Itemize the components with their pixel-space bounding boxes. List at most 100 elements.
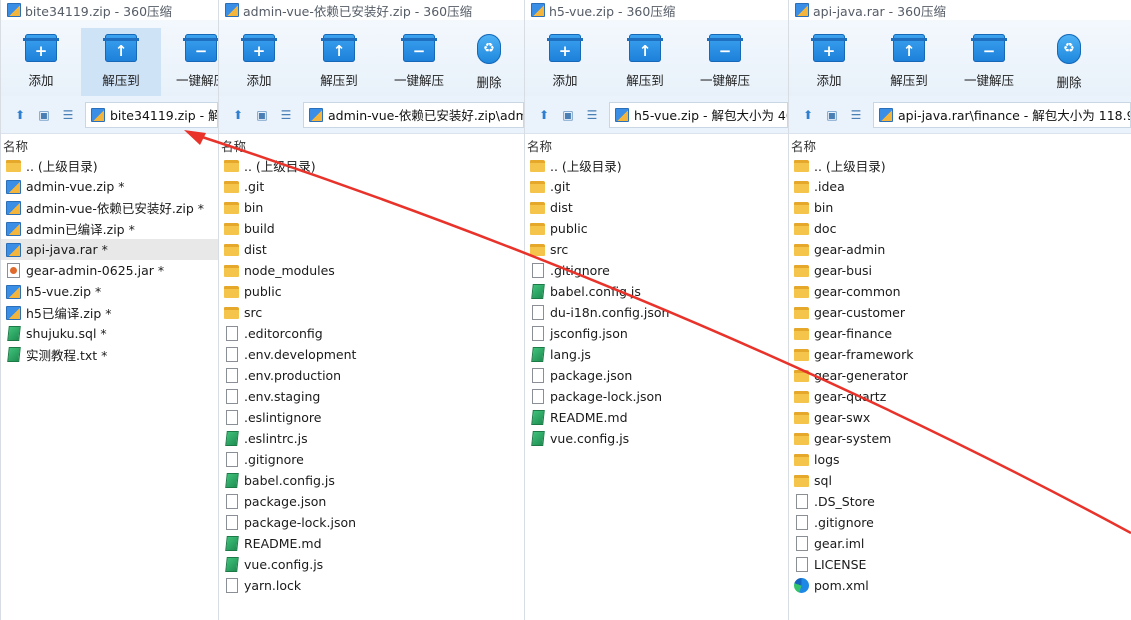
list-item[interactable]: src bbox=[525, 239, 788, 260]
list-item[interactable]: README.md bbox=[219, 533, 524, 554]
view-thumbnail-icon[interactable]: ▣ bbox=[821, 105, 843, 125]
list-item[interactable]: gear-admin bbox=[789, 239, 1131, 260]
add-button[interactable]: + 添加 bbox=[219, 34, 299, 96]
list-item[interactable]: admin-vue-依赖已安装好.zip * bbox=[1, 197, 218, 218]
list-item[interactable]: vue.config.js bbox=[219, 554, 524, 575]
list-item[interactable]: admin-vue.zip * bbox=[1, 176, 218, 197]
up-arrow-icon[interactable]: ⬆ bbox=[797, 105, 819, 125]
list-item[interactable]: du-i18n.config.json bbox=[525, 302, 788, 323]
list-item[interactable]: gear-admin-0625.jar * bbox=[1, 260, 218, 281]
list-item[interactable]: gear-finance bbox=[789, 323, 1131, 344]
list-item[interactable]: .env.development bbox=[219, 344, 524, 365]
list-item[interactable]: admin已编译.zip * bbox=[1, 218, 218, 239]
list-item[interactable]: .eslintignore bbox=[219, 407, 524, 428]
list-item[interactable]: build bbox=[219, 218, 524, 239]
list-item[interactable]: .gitignore bbox=[525, 260, 788, 281]
list-item[interactable]: .. (上级目录) bbox=[789, 155, 1131, 176]
view-thumbnail-icon[interactable]: ▣ bbox=[33, 105, 55, 125]
list-item[interactable]: README.md bbox=[525, 407, 788, 428]
list-item[interactable]: bin bbox=[219, 197, 524, 218]
delete-button[interactable]: ♻ 删除 bbox=[1029, 34, 1109, 96]
list-item[interactable]: h5已编译.zip * bbox=[1, 302, 218, 323]
list-item[interactable]: babel.config.js bbox=[525, 281, 788, 302]
one-click-extract-button[interactable]: − 一键解压 bbox=[379, 34, 459, 96]
list-item[interactable]: gear-generator bbox=[789, 365, 1131, 386]
list-item[interactable]: package-lock.json bbox=[219, 512, 524, 533]
list-item[interactable]: .gitignore bbox=[789, 512, 1131, 533]
up-arrow-icon[interactable]: ⬆ bbox=[9, 105, 31, 125]
list-item[interactable]: gear-busi bbox=[789, 260, 1131, 281]
add-button[interactable]: + 添加 bbox=[525, 34, 605, 96]
column-header-name[interactable]: 名称 bbox=[1, 134, 218, 155]
address-field[interactable]: api-java.rar\finance - 解包大小为 118.9 M bbox=[873, 101, 1131, 128]
one-click-extract-button[interactable]: − 一键解压 bbox=[949, 34, 1029, 96]
view-list-icon[interactable]: ☰ bbox=[275, 105, 297, 125]
delete-button[interactable]: ♻ 删除 bbox=[459, 34, 519, 96]
list-item[interactable]: shujuku.sql * bbox=[1, 323, 218, 344]
list-item[interactable]: package.json bbox=[219, 491, 524, 512]
view-thumbnail-icon[interactable]: ▣ bbox=[557, 105, 579, 125]
list-item[interactable]: sql bbox=[789, 470, 1131, 491]
list-item[interactable]: .editorconfig bbox=[219, 323, 524, 344]
list-item[interactable]: doc bbox=[789, 218, 1131, 239]
one-click-extract-button[interactable]: − 一键解压 bbox=[161, 34, 218, 96]
list-item[interactable]: public bbox=[525, 218, 788, 239]
column-header-name[interactable]: 名称 bbox=[219, 134, 524, 155]
list-item[interactable]: pom.xml bbox=[789, 575, 1131, 596]
list-item[interactable]: package.json bbox=[525, 365, 788, 386]
list-item[interactable]: public bbox=[219, 281, 524, 302]
list-item[interactable]: vue.config.js bbox=[525, 428, 788, 449]
add-button[interactable]: + 添加 bbox=[789, 34, 869, 96]
list-item[interactable]: package-lock.json bbox=[525, 386, 788, 407]
list-item[interactable]: dist bbox=[219, 239, 524, 260]
up-arrow-icon[interactable]: ⬆ bbox=[533, 105, 555, 125]
list-item[interactable]: gear.iml bbox=[789, 533, 1131, 554]
extract-to-button[interactable]: ↑ 解压到 bbox=[81, 28, 161, 96]
list-item[interactable]: gear-system bbox=[789, 428, 1131, 449]
list-item[interactable]: jsconfig.json bbox=[525, 323, 788, 344]
list-item[interactable]: gear-quartz bbox=[789, 386, 1131, 407]
list-item[interactable]: .DS_Store bbox=[789, 491, 1131, 512]
address-field[interactable]: admin-vue-依赖已安装好.zip\admi bbox=[303, 101, 524, 128]
list-item[interactable]: h5-vue.zip * bbox=[1, 281, 218, 302]
list-item[interactable]: .idea bbox=[789, 176, 1131, 197]
list-item[interactable]: gear-common bbox=[789, 281, 1131, 302]
add-button[interactable]: + 添加 bbox=[1, 34, 81, 96]
list-item[interactable]: babel.config.js bbox=[219, 470, 524, 491]
list-item[interactable]: .. (上级目录) bbox=[525, 155, 788, 176]
list-item[interactable]: .git bbox=[219, 176, 524, 197]
list-item[interactable]: dist bbox=[525, 197, 788, 218]
list-item[interactable]: gear-framework bbox=[789, 344, 1131, 365]
view-list-icon[interactable]: ☰ bbox=[57, 105, 79, 125]
list-item[interactable]: node_modules bbox=[219, 260, 524, 281]
list-item[interactable]: .env.staging bbox=[219, 386, 524, 407]
list-item[interactable]: lang.js bbox=[525, 344, 788, 365]
list-item[interactable]: .env.production bbox=[219, 365, 524, 386]
view-thumbnail-icon[interactable]: ▣ bbox=[251, 105, 273, 125]
list-item[interactable]: gear-customer bbox=[789, 302, 1131, 323]
one-click-extract-button[interactable]: − 一键解压 bbox=[685, 34, 765, 96]
list-item[interactable]: .. (上级目录) bbox=[219, 155, 524, 176]
list-item[interactable]: .gitignore bbox=[219, 449, 524, 470]
extract-to-button[interactable]: ↑ 解压到 bbox=[869, 34, 949, 96]
list-item[interactable]: bin bbox=[789, 197, 1131, 218]
list-item[interactable]: .. (上级目录) bbox=[1, 155, 218, 176]
list-item[interactable]: .eslintrc.js bbox=[219, 428, 524, 449]
address-field[interactable]: h5-vue.zip - 解包大小为 40 bbox=[609, 101, 788, 128]
list-item[interactable]: gear-swx bbox=[789, 407, 1131, 428]
column-header-name[interactable]: 名称 bbox=[789, 134, 1131, 155]
list-item[interactable]: 实测教程.txt * bbox=[1, 344, 218, 365]
list-item[interactable]: api-java.rar * bbox=[1, 239, 218, 260]
address-field[interactable]: bite34119.zip - 解 bbox=[85, 101, 218, 128]
list-item[interactable]: LICENSE bbox=[789, 554, 1131, 575]
extract-to-button[interactable]: ↑ 解压到 bbox=[299, 34, 379, 96]
list-item[interactable]: yarn.lock bbox=[219, 575, 524, 596]
list-item[interactable]: .git bbox=[525, 176, 788, 197]
list-item[interactable]: logs bbox=[789, 449, 1131, 470]
view-list-icon[interactable]: ☰ bbox=[581, 105, 603, 125]
view-list-icon[interactable]: ☰ bbox=[845, 105, 867, 125]
column-header-name[interactable]: 名称 bbox=[525, 134, 788, 155]
extract-to-button[interactable]: ↑ 解压到 bbox=[605, 34, 685, 96]
list-item[interactable]: src bbox=[219, 302, 524, 323]
up-arrow-icon[interactable]: ⬆ bbox=[227, 105, 249, 125]
